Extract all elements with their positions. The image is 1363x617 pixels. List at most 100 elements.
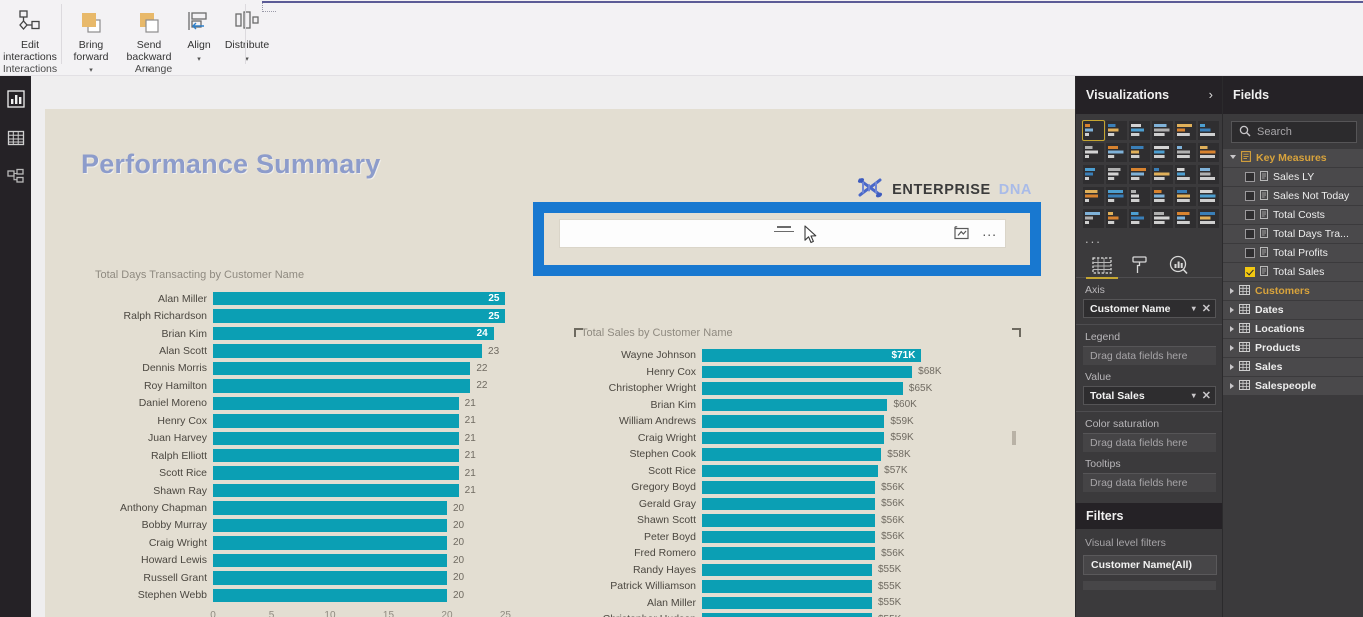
chart-row[interactable]: Dennis Morris 22 [142, 361, 523, 376]
chart-row[interactable]: Randy Hayes $55K [633, 563, 974, 576]
stacked-area-chart-icon[interactable] [1129, 143, 1150, 162]
field-item-total-sales[interactable]: Total Sales [1223, 263, 1363, 282]
data-bar[interactable] [213, 571, 447, 585]
data-bar[interactable] [213, 466, 459, 480]
chart-row[interactable]: Brian Kim $60K [650, 398, 974, 411]
data-bar[interactable] [702, 448, 882, 461]
data-bar[interactable] [702, 415, 885, 428]
visual-total-days-transacting[interactable]: Total Days Transacting by Customer Name … [95, 269, 555, 617]
report-page[interactable]: Performance Summary ENTERPRISE DNA Total… [45, 109, 1075, 617]
visual-total-sales[interactable]: Total Sales by Customer Name Wayne Johns… [577, 309, 1022, 617]
chart-row[interactable]: Stephen Webb 20 [138, 588, 523, 602]
data-bar[interactable] [702, 431, 885, 444]
chart-row[interactable]: Craig Wright 20 [149, 536, 523, 550]
chart-row[interactable]: Stephen Cook $58K [629, 448, 974, 461]
chart-row[interactable]: Roy Hamilton 22 [144, 379, 523, 393]
data-bar[interactable] [702, 464, 879, 477]
field-checkbox[interactable] [1245, 229, 1255, 239]
line-clustered-column-chart-icon[interactable] [1175, 143, 1196, 162]
data-view-icon[interactable] [7, 129, 25, 147]
visualizations-pane-tabs[interactable] [1076, 249, 1222, 279]
field-group-key-measures[interactable]: Key Measures [1223, 149, 1363, 168]
matrix-icon[interactable] [1152, 209, 1173, 228]
map-icon[interactable] [1198, 165, 1219, 184]
well-dropzone-color-saturation[interactable]: Drag data fields here [1083, 433, 1216, 452]
data-bar[interactable] [213, 361, 471, 376]
chart-row[interactable]: Alan Miller 25 [158, 292, 523, 306]
chevron-down-icon[interactable]: ▾ [1192, 304, 1202, 313]
chevron-right-icon[interactable] [1230, 288, 1234, 294]
slicer-icon[interactable] [1106, 209, 1127, 228]
model-view-icon[interactable] [7, 168, 25, 186]
chevron-down-icon[interactable]: ▾ [1192, 391, 1202, 400]
chart-row[interactable]: Shawn Ray 21 [153, 483, 523, 498]
stacked-bar-chart-icon[interactable] [1082, 120, 1105, 141]
treemap-icon[interactable] [1175, 165, 1196, 184]
field-checkbox[interactable] [1245, 267, 1255, 277]
data-bar[interactable] [213, 588, 447, 602]
data-bar[interactable] [213, 536, 447, 550]
field-item-sales-not-today[interactable]: Sales Not Today [1223, 187, 1363, 206]
more-visuals-button[interactable]: ... [1076, 230, 1222, 249]
data-bar[interactable] [213, 379, 471, 393]
chart-row[interactable]: William Andrews $59K [619, 415, 974, 428]
chevron-down-icon[interactable] [1230, 154, 1236, 162]
scatter-chart-icon[interactable] [1106, 165, 1127, 184]
chart-row[interactable]: Bobby Murray 20 [142, 518, 523, 533]
chart-row[interactable]: Wayne Johnson $71K [621, 349, 974, 362]
field-item-total-profits[interactable]: Total Profits [1223, 244, 1363, 263]
kpi-icon[interactable] [1083, 209, 1104, 228]
clustered-bar-chart-icon[interactable] [1129, 121, 1150, 140]
chart-row[interactable]: Henry Cox $68K [646, 365, 974, 378]
well-dropzone-tooltips[interactable]: Drag data fields here [1083, 473, 1216, 492]
data-bar[interactable] [702, 580, 872, 593]
visualization-type-gallery[interactable] [1076, 114, 1222, 230]
gauge-icon[interactable] [1152, 187, 1173, 206]
chart-row[interactable]: Brian Kim 24 [161, 326, 523, 341]
chart-row[interactable]: Howard Lewis 20 [141, 553, 523, 568]
chart-row[interactable]: Gerald Gray $56K [639, 497, 974, 510]
field-checkbox[interactable] [1245, 210, 1255, 220]
chart-row[interactable]: Scott Rice 21 [159, 466, 523, 480]
fields-tab-icon[interactable] [1084, 253, 1120, 279]
donut-chart-icon[interactable] [1152, 165, 1173, 184]
data-bar[interactable] [702, 530, 876, 543]
chart-row[interactable]: Peter Boyd $56K [644, 530, 974, 543]
chevron-right-icon[interactable] [1230, 364, 1234, 370]
chart-row[interactable]: Daniel Moreno 21 [139, 396, 523, 411]
data-bar[interactable] [213, 431, 459, 445]
hundred-percent-stacked-bar-icon[interactable] [1175, 121, 1196, 140]
resize-handle-top-left[interactable] [574, 328, 583, 337]
chart-row[interactable]: Ralph Elliott 21 [151, 449, 523, 463]
field-table-locations[interactable]: Locations [1223, 320, 1363, 339]
data-bar[interactable] [702, 563, 872, 576]
area-chart-icon[interactable] [1106, 143, 1127, 162]
chevron-right-icon[interactable] [1230, 345, 1234, 351]
well-dropzone-legend[interactable]: Drag data fields here [1083, 346, 1216, 365]
resize-handle-top-right[interactable] [1012, 328, 1021, 337]
data-bar[interactable] [213, 396, 459, 411]
field-table-salespeople[interactable]: Salespeople [1223, 377, 1363, 396]
chart-row[interactable]: Scott Rice $57K [648, 464, 974, 477]
waterfall-chart-icon[interactable] [1083, 165, 1104, 184]
field-table-products[interactable]: Products [1223, 339, 1363, 358]
data-bar[interactable] [213, 553, 447, 568]
python-visual-icon[interactable] [1198, 209, 1219, 228]
chevron-right-icon[interactable] [1230, 307, 1234, 313]
data-bar[interactable] [213, 344, 483, 358]
align-button[interactable]: Align ▾ [180, 8, 218, 64]
stacked-column-chart-icon[interactable] [1106, 121, 1127, 140]
data-bar[interactable] [702, 382, 903, 395]
data-bar[interactable] [702, 613, 872, 617]
line-chart-icon[interactable] [1083, 143, 1104, 162]
distribute-button[interactable]: Distribute ▾ [219, 8, 275, 64]
remove-field-icon[interactable]: ✕ [1202, 302, 1211, 315]
chevron-right-icon[interactable]: › [1209, 87, 1213, 102]
report-view-icon[interactable] [7, 90, 25, 108]
field-item-total-days-tra[interactable]: Total Days Tra... [1223, 225, 1363, 244]
chart-row[interactable]: Anthony Chapman 20 [120, 501, 523, 515]
card-icon[interactable] [1175, 187, 1196, 206]
data-bar[interactable] [702, 365, 913, 378]
field-table-customers[interactable]: Customers [1223, 282, 1363, 301]
fields-list[interactable]: Key Measures Sales LY Sales Not Today Total… [1223, 149, 1363, 396]
